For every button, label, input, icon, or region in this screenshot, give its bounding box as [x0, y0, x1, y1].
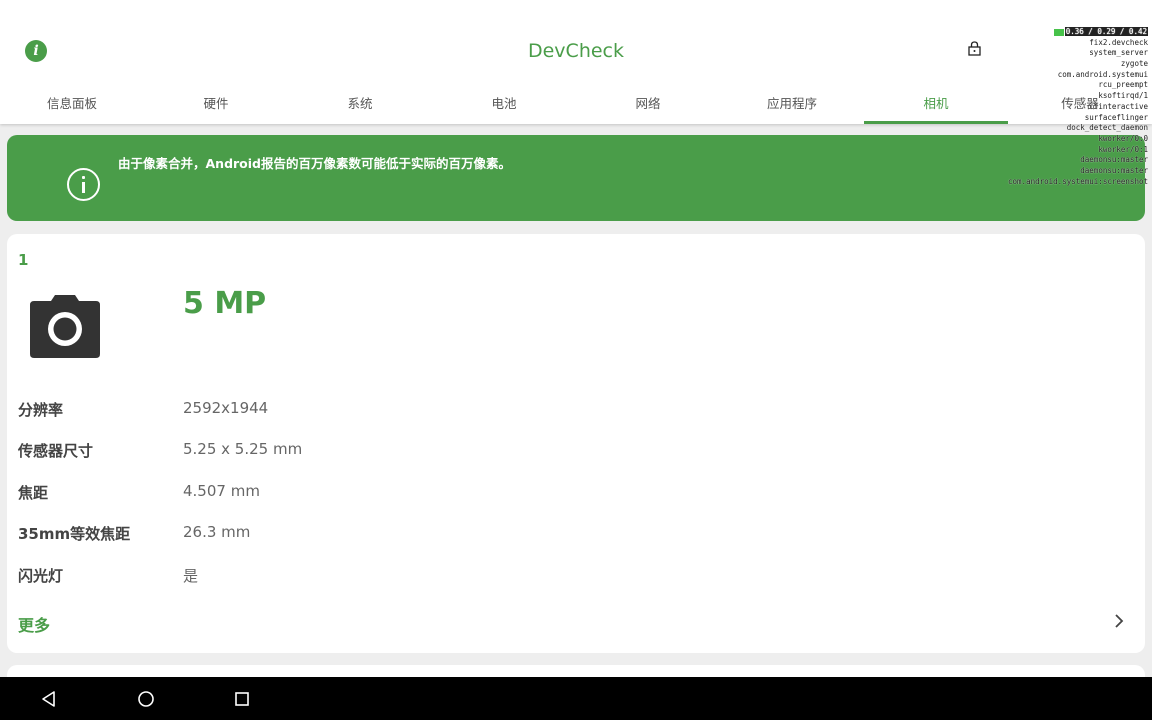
tab-network[interactable]: 网络: [576, 80, 720, 124]
spec-value: 4.507 mm: [183, 482, 260, 500]
spec-value: 5.25 x 5.25 mm: [183, 440, 303, 458]
tab-label: 电池: [491, 95, 517, 111]
spec-label: 分辨率: [18, 401, 64, 419]
process-line: system_server: [1089, 48, 1148, 58]
camera-card: 1 5 MP 分辨率 2592x1944 传感器尺寸 5.25 x 5.25 m…: [7, 234, 1145, 653]
spec-value: 是: [183, 567, 199, 585]
process-line: com.android.systemui:screenshot: [1008, 176, 1148, 186]
process-line: kworker/0:1: [1098, 144, 1148, 154]
chevron-right-icon[interactable]: [1110, 611, 1128, 631]
tab-system[interactable]: 系统: [288, 80, 432, 124]
spec-row-35mm-equivalent: 35mm等效焦距 26.3 mm: [18, 523, 818, 547]
spec-label: 闪光灯: [18, 567, 64, 585]
banner-text: 由于像素合并，Android报告的百万像素数可能低于实际的百万像素。: [118, 156, 512, 171]
megapixels-value: 5 MP: [183, 286, 267, 321]
system-navigation-bar: [0, 677, 1152, 720]
process-line: dock_detect_daemon: [1066, 123, 1148, 133]
process-monitor-overlay: 0.36 / 0.29 / 0.42 fix2.devcheck system_…: [908, 27, 1148, 187]
spec-label: 传感器尺寸: [18, 442, 94, 460]
spec-label: 35mm等效焦距: [18, 525, 131, 543]
process-line: kworker/0:0: [1098, 133, 1148, 143]
lock-icon: [968, 41, 981, 56]
spec-value: 26.3 mm: [183, 523, 251, 541]
tab-battery[interactable]: 电池: [432, 80, 576, 124]
tab-hardware[interactable]: 硬件: [144, 80, 288, 124]
spec-label: 焦距: [18, 484, 49, 502]
spec-row-focal-length: 焦距 4.507 mm: [18, 482, 818, 506]
tab-label: 硬件: [203, 95, 229, 111]
tab-apps[interactable]: 应用程序: [720, 80, 864, 124]
process-line: daemonsu:master: [1080, 155, 1148, 165]
tab-label: 应用程序: [766, 95, 817, 111]
tab-label: 系统: [347, 95, 373, 111]
spec-row-sensor-size: 传感器尺寸 5.25 x 5.25 mm: [18, 440, 818, 464]
devcheck-camera-screen: i DevCheck 信息面板 硬件 系统 电池 网络 应用程序 相机 传感器 …: [0, 0, 1152, 720]
home-circle-icon[interactable]: [134, 687, 158, 711]
camera-index: 1: [18, 251, 29, 269]
spec-row-flash: 闪光灯 是: [18, 565, 818, 589]
tab-label: 信息面板: [46, 95, 97, 111]
more-link[interactable]: 更多: [18, 612, 50, 636]
recents-square-icon[interactable]: [230, 687, 254, 711]
process-line: com.android.systemui: [1057, 69, 1148, 79]
process-line: daemonsu:master: [1080, 165, 1148, 175]
process-line: rcu_preempt: [1098, 80, 1148, 90]
camera-icon: [30, 295, 100, 358]
info-circle-icon: [67, 168, 100, 201]
process-line: cfinteractive: [1089, 101, 1148, 111]
process-line: zygote: [1120, 59, 1148, 69]
back-triangle-icon[interactable]: [37, 687, 61, 711]
process-line: surfaceflinger: [1084, 112, 1148, 122]
tab-dashboard[interactable]: 信息面板: [0, 80, 144, 124]
spec-row-resolution: 分辨率 2592x1944: [18, 399, 818, 423]
load-average: 0.36 / 0.29 / 0.42: [908, 27, 1148, 38]
process-line: ksoftirqd/1: [1098, 91, 1148, 101]
tab-label: 网络: [635, 95, 661, 111]
spec-value: 2592x1944: [183, 399, 269, 417]
process-line: fix2.devcheck: [1089, 37, 1148, 47]
